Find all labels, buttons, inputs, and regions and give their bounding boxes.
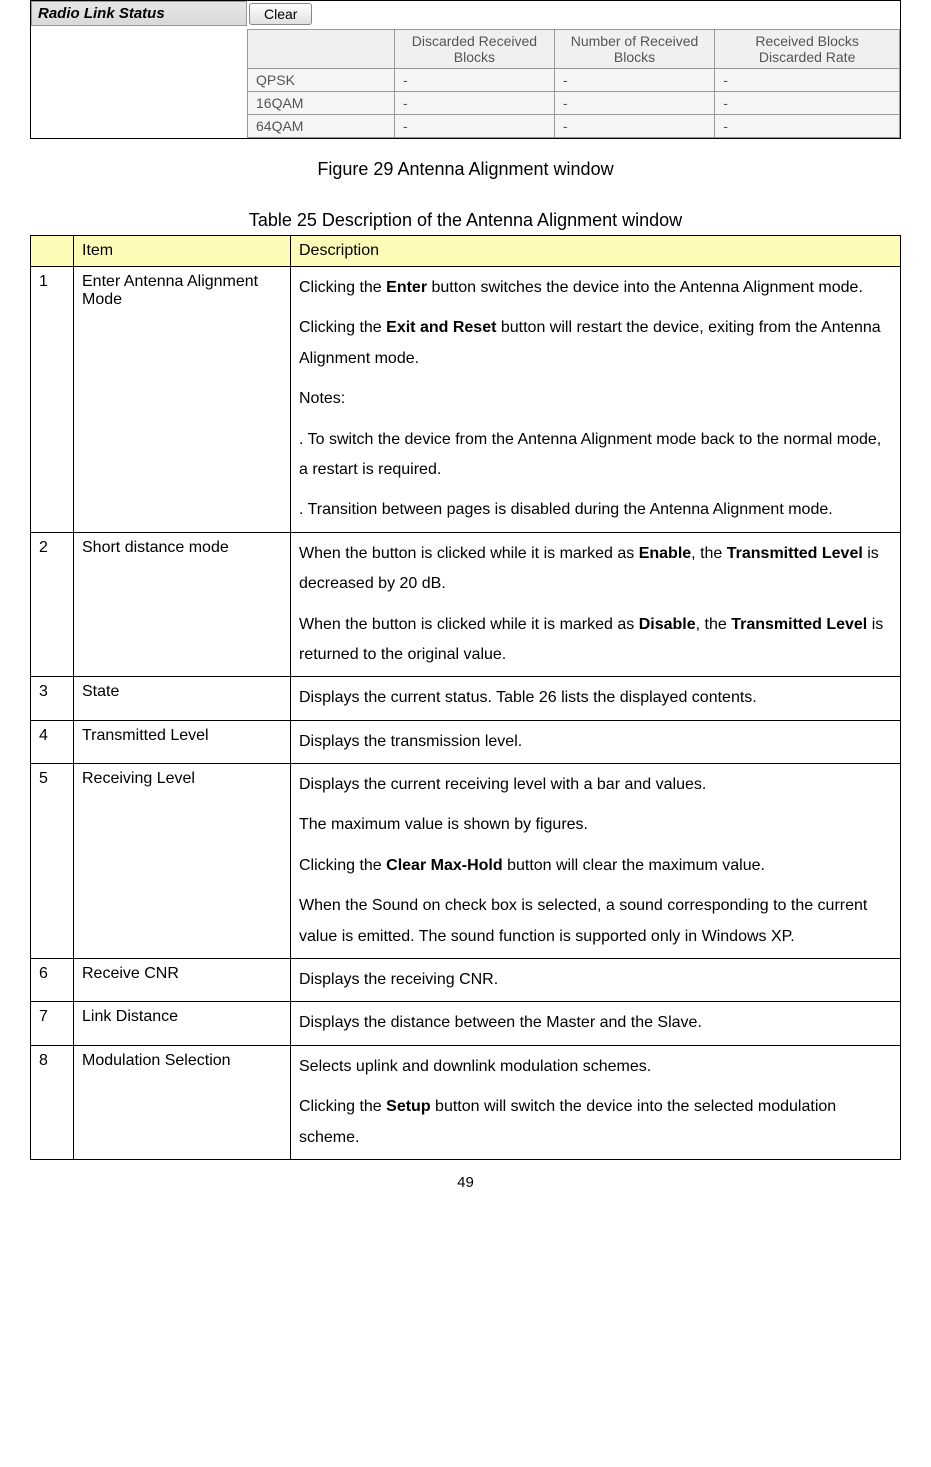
- radio-link-status-figure: Radio Link Status Clear Discarded Receiv…: [30, 0, 901, 139]
- col-rate: Received Blocks Discarded Rate: [715, 30, 900, 69]
- status-cell: QPSK: [248, 69, 395, 92]
- desc-paragraph: Clicking the Clear Max-Hold button will …: [299, 851, 892, 881]
- status-cell: -: [554, 92, 714, 115]
- desc-paragraph: The maximum value is shown by figures.: [299, 810, 892, 840]
- desc-paragraph: Displays the current status. Table 26 li…: [299, 683, 892, 713]
- header-item: Item: [74, 236, 291, 267]
- desc-text: Selects uplink and downlink modulation s…: [291, 1045, 901, 1159]
- desc-paragraph: When the button is clicked while it is m…: [299, 539, 892, 600]
- desc-item: Receiving Level: [74, 764, 291, 959]
- desc-item: Receive CNR: [74, 959, 291, 1002]
- desc-paragraph: Notes:: [299, 384, 892, 414]
- status-row: QPSK---: [248, 69, 900, 92]
- status-row: 16QAM---: [248, 92, 900, 115]
- desc-row: 2Short distance modeWhen the button is c…: [31, 532, 901, 677]
- desc-num: 4: [31, 720, 74, 763]
- status-cell: 64QAM: [248, 115, 395, 138]
- desc-row: 6Receive CNR Displays the receiving CNR.: [31, 959, 901, 1002]
- desc-num: 7: [31, 1002, 74, 1045]
- desc-paragraph: Selects uplink and downlink modulation s…: [299, 1052, 892, 1082]
- desc-item: Transmitted Level: [74, 720, 291, 763]
- desc-paragraph: Clicking the Enter button switches the d…: [299, 273, 892, 303]
- status-cell: -: [395, 115, 555, 138]
- desc-text: Displays the current receiving level wit…: [291, 764, 901, 959]
- status-cell: -: [554, 69, 714, 92]
- table-caption: Table 25 Description of the Antenna Alig…: [30, 210, 901, 231]
- status-cell: -: [715, 115, 900, 138]
- desc-text: Displays the transmission level.: [291, 720, 901, 763]
- status-table: Discarded Received Blocks Number of Rece…: [247, 29, 900, 138]
- header-desc: Description: [291, 236, 901, 267]
- desc-row: 4Transmitted Level Displays the transmiss…: [31, 720, 901, 763]
- description-table: Item Description 1Enter Antenna Alignmen…: [30, 235, 901, 1160]
- desc-text: Clicking the Enter button switches the d…: [291, 267, 901, 533]
- status-cell: -: [395, 69, 555, 92]
- desc-num: 5: [31, 764, 74, 959]
- desc-num: 6: [31, 959, 74, 1002]
- desc-num: 8: [31, 1045, 74, 1159]
- page-number: 49: [30, 1174, 901, 1191]
- desc-text: Displays the receiving CNR.: [291, 959, 901, 1002]
- desc-item: Link Distance: [74, 1002, 291, 1045]
- col-discarded: Discarded Received Blocks: [395, 30, 555, 69]
- status-cell: 16QAM: [248, 92, 395, 115]
- header-blank: [31, 236, 74, 267]
- desc-num: 3: [31, 677, 74, 720]
- desc-text: Displays the distance between the Master…: [291, 1002, 901, 1045]
- panel-title: Radio Link Status: [31, 1, 247, 26]
- desc-row: 3State Displays the current status. Table…: [31, 677, 901, 720]
- desc-row: 5Receiving Level Displays the current rec…: [31, 764, 901, 959]
- status-cell: -: [715, 92, 900, 115]
- desc-paragraph: . Transition between pages is disabled d…: [299, 495, 892, 525]
- status-cell: -: [395, 92, 555, 115]
- desc-text: Displays the current status. Table 26 li…: [291, 677, 901, 720]
- desc-paragraph: Clicking the Setup button will switch th…: [299, 1092, 892, 1153]
- desc-item: Short distance mode: [74, 532, 291, 677]
- status-cell: -: [715, 69, 900, 92]
- status-cell: -: [554, 115, 714, 138]
- desc-row: 7Link Distance Displays the distance betw…: [31, 1002, 901, 1045]
- desc-paragraph: Clicking the Exit and Reset button will …: [299, 313, 892, 374]
- col-blank: [248, 30, 395, 69]
- desc-item: Modulation Selection: [74, 1045, 291, 1159]
- desc-paragraph: Displays the receiving CNR.: [299, 965, 892, 995]
- desc-paragraph: . To switch the device from the Antenna …: [299, 425, 892, 486]
- clear-button[interactable]: Clear: [249, 3, 312, 25]
- desc-paragraph: Displays the current receiving level wit…: [299, 770, 892, 800]
- figure-caption: Figure 29 Antenna Alignment window: [30, 159, 901, 180]
- desc-text: When the button is clicked while it is m…: [291, 532, 901, 677]
- desc-item: State: [74, 677, 291, 720]
- desc-row: 8Modulation Selection Selects uplink and …: [31, 1045, 901, 1159]
- desc-paragraph: Displays the distance between the Master…: [299, 1008, 892, 1038]
- desc-paragraph: When the Sound on check box is selected,…: [299, 891, 892, 952]
- col-number: Number of Received Blocks: [554, 30, 714, 69]
- desc-item: Enter Antenna Alignment Mode: [74, 267, 291, 533]
- desc-paragraph: When the button is clicked while it is m…: [299, 610, 892, 671]
- desc-row: 1Enter Antenna Alignment ModeClicking th…: [31, 267, 901, 533]
- desc-num: 1: [31, 267, 74, 533]
- desc-num: 2: [31, 532, 74, 677]
- status-row: 64QAM---: [248, 115, 900, 138]
- desc-paragraph: Displays the transmission level.: [299, 727, 892, 757]
